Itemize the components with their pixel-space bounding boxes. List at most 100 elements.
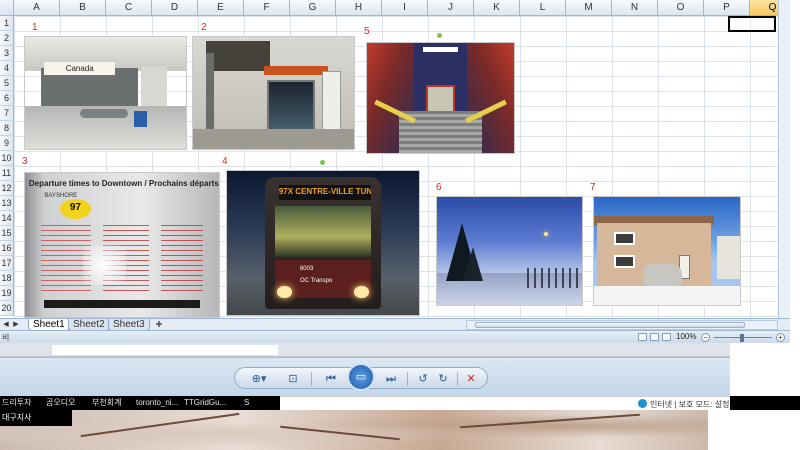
baggage-carousel (79, 108, 129, 118)
protected-mode-status[interactable]: 인터넷 | 보호 모드: 설정 (650, 399, 729, 410)
column-header-b[interactable]: B (60, 0, 106, 16)
background-area (730, 343, 800, 396)
row-header[interactable]: 17 (0, 256, 14, 271)
row-headers: 1 2 3 4 5 6 7 8 9 10 11 12 13 14 15 16 1… (0, 16, 14, 316)
next-icon[interactable]: ⏭ (381, 371, 401, 387)
branch (460, 413, 640, 429)
zoom-level[interactable]: 100% (676, 332, 696, 341)
route-badge: 97 (59, 198, 91, 220)
separator (407, 372, 408, 386)
stairway-photo[interactable] (366, 42, 515, 154)
house-photo[interactable] (593, 196, 741, 306)
sheet-tab-bar: ◀ ▶ Sheet1 Sheet2 Sheet3 ✚ (0, 318, 790, 331)
desktop-label[interactable]: 대구지사 (0, 410, 72, 426)
delete-icon[interactable]: ✕ (463, 371, 479, 387)
column-header-j[interactable]: J (428, 0, 474, 16)
status-text: 비 (2, 333, 10, 342)
column-header-a[interactable]: A (14, 0, 60, 16)
column-header-p[interactable]: P (704, 0, 750, 16)
rotate-right-icon[interactable]: ↻ (435, 371, 451, 387)
airport-photo[interactable]: Canada (24, 36, 187, 150)
desktop-wallpaper (0, 410, 800, 450)
rotate-left-icon[interactable]: ↺ (415, 371, 431, 387)
taskbar-item[interactable]: S (244, 397, 249, 408)
column-header-f[interactable]: F (244, 0, 290, 16)
row-header[interactable]: 20 (0, 301, 14, 316)
row-header[interactable]: 5 (0, 76, 14, 91)
column-headers: A B C D E F G H I J K L M N O P Q (14, 0, 778, 16)
column-header-e[interactable]: E (198, 0, 244, 16)
row-header[interactable]: 6 (0, 91, 14, 106)
zoom-in-icon[interactable]: + (776, 333, 785, 342)
window (614, 231, 635, 245)
zoom-out-icon[interactable]: − (701, 333, 710, 342)
zoom-icon[interactable]: ⊕▾ (247, 371, 271, 387)
row-header[interactable]: 15 (0, 226, 14, 241)
zoom-slider-thumb[interactable] (740, 334, 744, 342)
column-header-o[interactable]: O (658, 0, 704, 16)
orange-band (263, 66, 329, 76)
row-header[interactable]: 11 (0, 166, 14, 181)
row-header[interactable]: 1 (0, 16, 14, 31)
internet-globe-icon (638, 399, 647, 408)
column-header-i[interactable]: I (382, 0, 428, 16)
vertical-scrollbar[interactable] (778, 0, 790, 322)
row-header[interactable]: 3 (0, 46, 14, 61)
row-header[interactable]: 13 (0, 196, 14, 211)
blue-sign (134, 110, 148, 127)
column-header-g[interactable]: G (290, 0, 336, 16)
column-header-l[interactable]: L (520, 0, 566, 16)
rotate-handle[interactable] (320, 160, 325, 165)
ceiling-light (422, 47, 459, 52)
taskbar-item[interactable]: 드리투자 (2, 397, 31, 408)
row-header[interactable]: 4 (0, 61, 14, 76)
floor (193, 128, 354, 149)
rotate-handle[interactable] (437, 33, 442, 38)
column-header-k[interactable]: K (474, 0, 520, 16)
row-header[interactable]: 14 (0, 211, 14, 226)
scroll-thumb[interactable] (475, 322, 745, 328)
active-cell[interactable] (728, 16, 776, 32)
previous-icon[interactable]: ⏮ (321, 371, 341, 387)
taskbar-item[interactable]: 부천회계 (92, 397, 121, 408)
taskbar-item[interactable]: 곰오디오 (46, 397, 75, 408)
column-header-n[interactable]: N (612, 0, 658, 16)
screen: A B C D E F G H I J K L M N O P Q 1 2 3 … (0, 0, 800, 450)
timetable-photo[interactable]: Departure times to Downtown / Prochains … (24, 172, 220, 318)
row-header[interactable]: 16 (0, 241, 14, 256)
row-header[interactable]: 19 (0, 286, 14, 301)
slideshow-button[interactable]: ▭ (347, 363, 375, 391)
horizontal-scrollbar[interactable] (466, 320, 778, 330)
row-header[interactable]: 2 (0, 31, 14, 46)
actual-size-icon[interactable]: ⊡ (285, 371, 301, 387)
page-layout-view-icon[interactable] (650, 333, 659, 341)
picture-number: 7 (590, 182, 596, 193)
row-header[interactable]: 12 (0, 181, 14, 196)
taskbar-item[interactable]: toronto_ni... (136, 397, 178, 408)
column-header-q[interactable]: Q (750, 0, 778, 16)
taskbar-item[interactable]: TTGridGu... (184, 397, 226, 408)
normal-view-icon[interactable] (638, 333, 647, 341)
row-header[interactable]: 10 (0, 151, 14, 166)
row-header[interactable]: 9 (0, 136, 14, 151)
branch (80, 412, 240, 438)
separator (457, 372, 458, 386)
dusk-snow-photo[interactable] (436, 196, 583, 306)
fence (526, 268, 582, 288)
column-header-c[interactable]: C (106, 0, 152, 16)
headlight (276, 286, 293, 298)
station-photo[interactable] (192, 36, 355, 150)
row-header[interactable]: 7 (0, 106, 14, 121)
column-header-d[interactable]: D (152, 0, 198, 16)
status-bar: 비 100% − + (0, 330, 790, 343)
row-header[interactable]: 8 (0, 121, 14, 136)
row-header[interactable]: 18 (0, 271, 14, 286)
column-header-m[interactable]: M (566, 0, 612, 16)
page-break-view-icon[interactable] (662, 333, 671, 341)
glass-doors (267, 79, 316, 134)
select-all-corner[interactable] (0, 0, 14, 16)
separator (311, 372, 312, 386)
parked-car (643, 263, 682, 286)
bus-photo[interactable]: 97X CENTRE-VILLE TUNNEY'S PASTURE 6003 O… (226, 170, 420, 316)
column-header-h[interactable]: H (336, 0, 382, 16)
